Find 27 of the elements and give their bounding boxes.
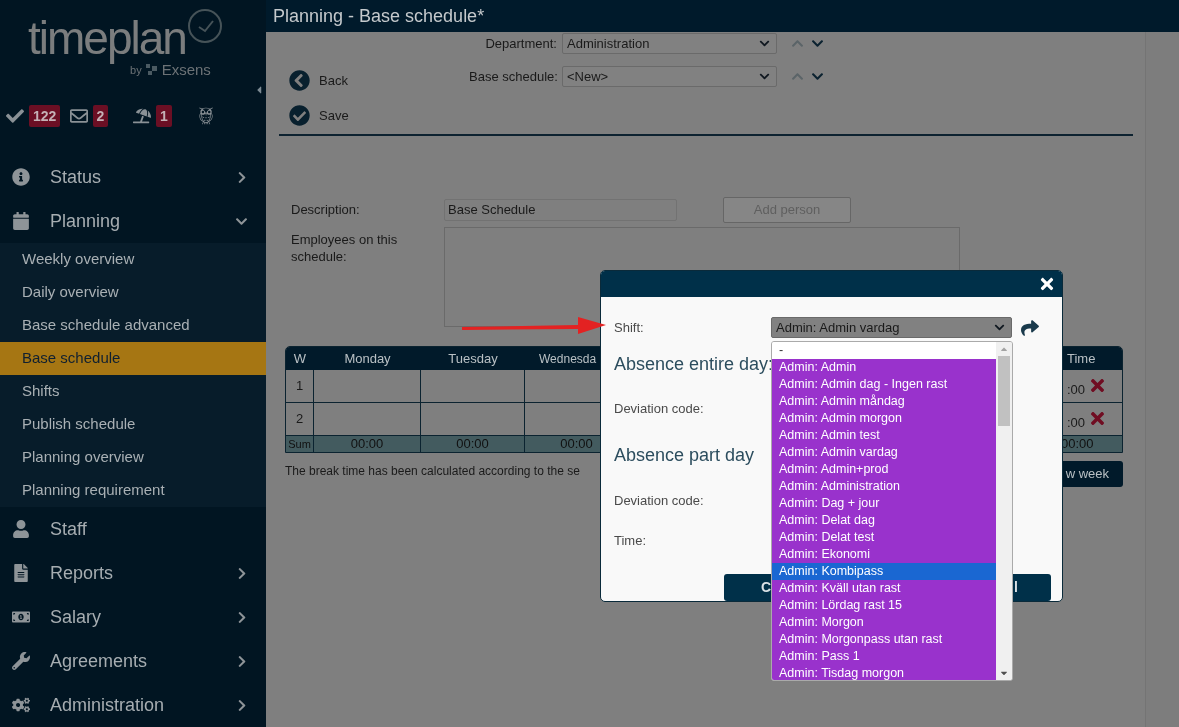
column-header: W: [292, 349, 308, 368]
time-cell-text: :00: [1067, 381, 1086, 400]
logo-brand: Exsens: [161, 62, 211, 79]
column-header: Monday: [343, 349, 392, 368]
filter-label: Base schedule:: [469, 67, 559, 86]
sum-cell: 00:00: [314, 436, 421, 452]
field-label: Shift:: [614, 318, 645, 337]
field-label: Deviation code:: [614, 399, 704, 418]
time-cell-text: :00: [1067, 414, 1086, 433]
field-label: Time:: [614, 531, 647, 550]
note-text: The break time has been calculated according to the se: [285, 463, 580, 480]
logo-wordmark: timeplan: [28, 11, 186, 65]
section-heading: Absence entire day:: [614, 352, 774, 376]
count-badge: 122: [29, 105, 61, 128]
count-badge: 1: [156, 105, 172, 128]
column-header: Time: [1066, 349, 1097, 368]
logo-byline: by: [130, 64, 142, 78]
page-title: Planning - Base schedule*: [273, 4, 485, 28]
filter-label: Department:: [484, 34, 558, 53]
field-label: Deviation code:: [614, 492, 704, 510]
count-badge: 2: [92, 105, 109, 128]
column-header: Tuesday: [447, 349, 499, 368]
field-label: Description:: [290, 201, 361, 220]
sum-cell: 00:00: [421, 436, 525, 452]
week-cell: 1: [286, 370, 314, 403]
sum-label: Sum: [286, 436, 314, 452]
field-label: Employees on this schedule:: [290, 231, 399, 266]
